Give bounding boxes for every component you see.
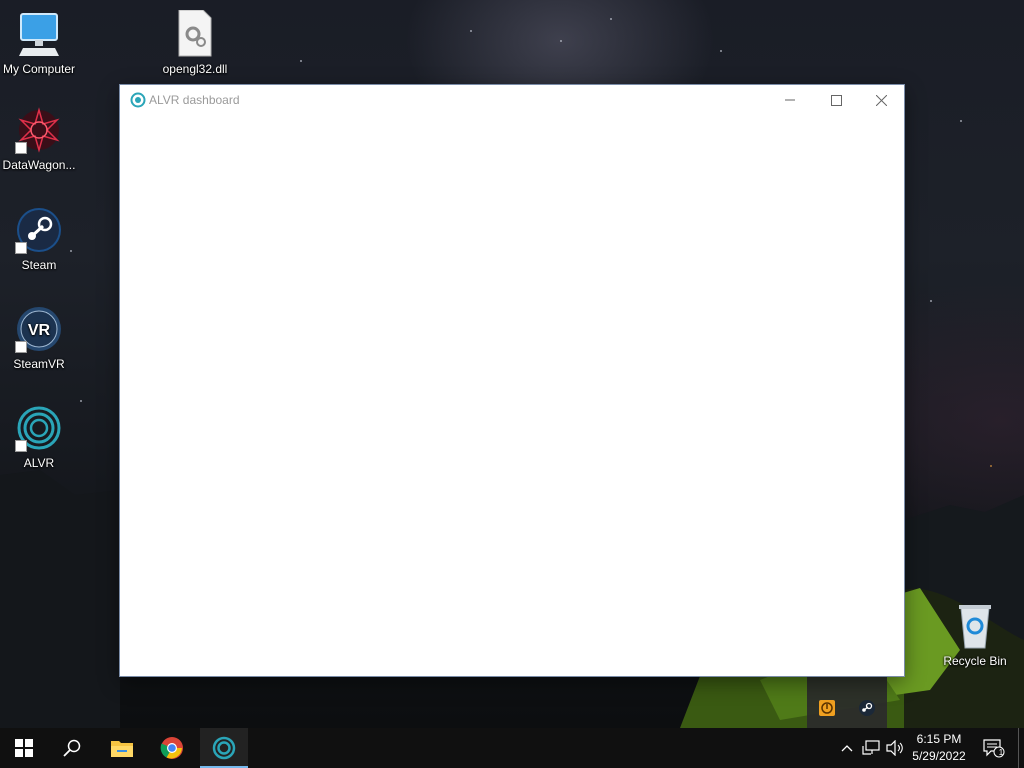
desktop-icon-label: Recycle Bin [943,654,1007,668]
shortcut-arrow-icon [15,341,27,353]
recycle-bin-icon [951,602,999,650]
show-desktop-button[interactable] [1018,728,1024,768]
shortcut-arrow-icon [15,142,27,154]
chrome-icon [160,737,183,759]
alvr-icon [130,92,146,108]
steam-icon [15,206,63,254]
close-icon [875,94,887,106]
desktop-icon-steam[interactable]: Steam [0,206,79,272]
windows-start-icon [15,739,33,757]
close-button[interactable] [858,85,904,115]
dll-file-icon [171,9,219,58]
taskbar-alvr[interactable] [200,728,248,768]
clock-time: 6:15 PM [916,732,962,746]
taskbar: 6:15 PM 5/29/2022 1 [0,728,1024,768]
desktop-icon-label: opengl32.dll [162,62,228,76]
window-content [120,115,904,676]
window-title: ALVR dashboard [149,93,240,107]
desktop-icon-label: ALVR [23,456,55,470]
speaker-icon [886,740,903,756]
computer-icon [15,10,63,58]
desktop-icon-label: SteamVR [13,357,65,371]
datawagon-icon [15,106,63,154]
shortcut-arrow-icon [15,440,27,452]
maximize-icon [830,94,842,106]
clock-date: 5/29/2022 [912,749,966,763]
desktop-icon-opengl32-dll[interactable]: opengl32.dll [155,9,235,76]
taskbar-file-explorer[interactable] [98,728,146,768]
desktop-icon-my-computer[interactable]: My Computer [0,10,79,76]
network-icon [862,740,880,755]
window-titlebar[interactable]: ALVR dashboard [120,85,904,115]
minimize-icon [785,99,795,101]
alvr-dashboard-window[interactable]: ALVR dashboard [120,85,904,676]
taskbar-clock[interactable]: 6:15 PM 5/29/2022 [904,728,974,768]
desktop-icon-label: My Computer [2,62,76,76]
search-icon [63,739,81,757]
alvr-icon [15,404,63,452]
steam-tray-icon[interactable] [847,688,887,728]
search-button[interactable] [48,728,96,768]
svg-text:VR: VR [28,322,51,339]
maximize-button[interactable] [813,85,859,115]
minimize-button[interactable] [767,85,813,115]
start-button[interactable] [0,728,48,768]
desktop-icon-alvr[interactable]: ALVR [0,404,79,470]
desktop-icon-label: DataWagon... [2,158,76,172]
show-hidden-icons-button[interactable] [838,728,856,768]
action-center-button[interactable]: 1 [980,728,1008,768]
desktop-icon-label: Steam [21,258,57,272]
network-button[interactable] [860,728,882,768]
desktop-icon-datawagon[interactable]: DataWagon... [0,106,79,172]
desktop-icon-recycle-bin[interactable]: Recycle Bin [935,602,1015,668]
app-tray-icon[interactable] [807,688,847,728]
taskbar-chrome[interactable] [148,728,196,768]
desktop[interactable]: My Computer opengl32.dll DataWagon... St… [0,0,1024,728]
chevron-up-icon [841,745,853,752]
desktop-icon-steamvr[interactable]: VR SteamVR [0,305,79,371]
notification-count: 1 [998,748,1004,757]
file-explorer-icon [111,741,133,757]
volume-button[interactable] [884,728,906,768]
alvr-icon [212,736,236,760]
shortcut-arrow-icon [15,242,27,254]
steamvr-icon: VR [15,305,63,353]
